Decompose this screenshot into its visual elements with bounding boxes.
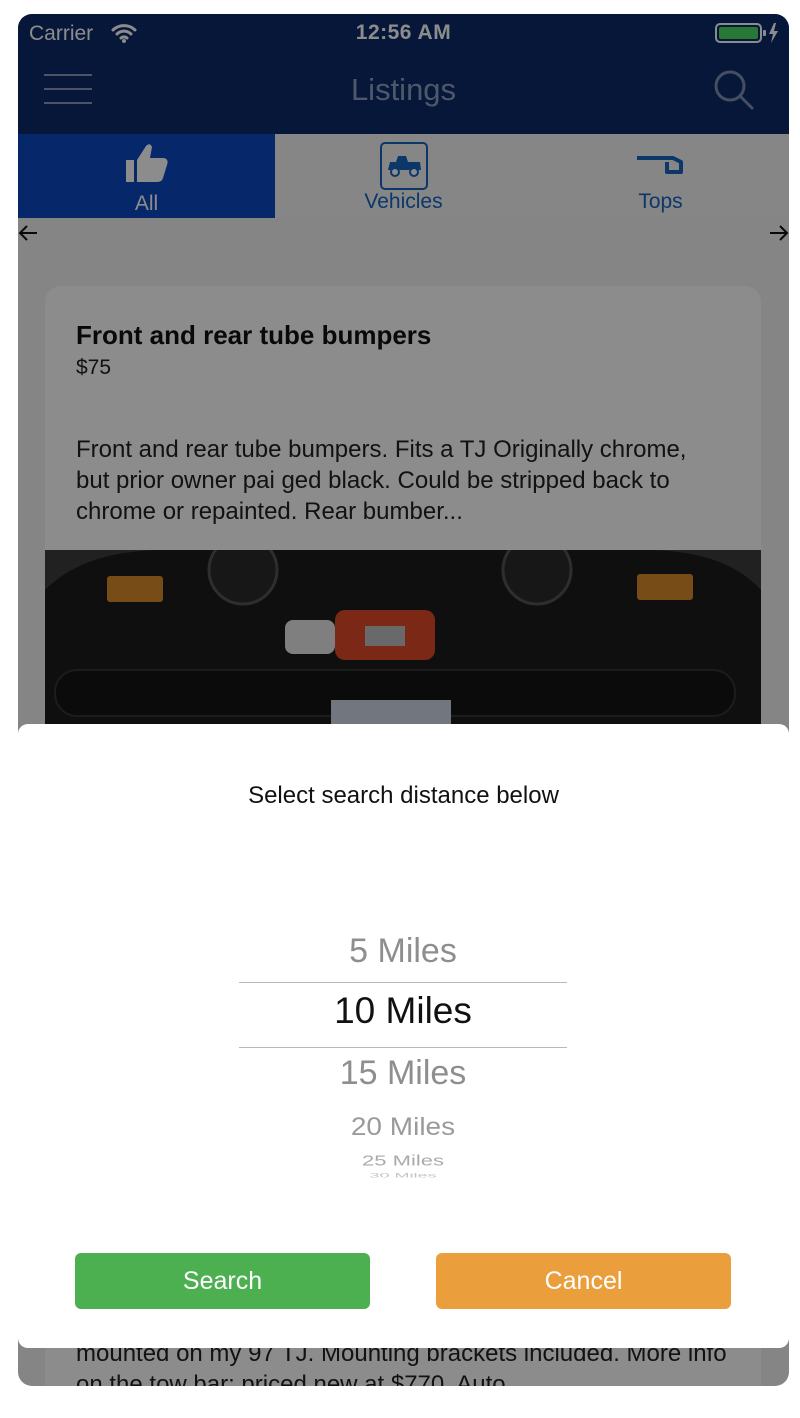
picker-divider [239,1047,567,1048]
picker-option-selected[interactable]: 10 Miles [239,990,567,1032]
picker-option[interactable]: 30 Miles [239,1172,567,1179]
picker-option[interactable]: 5 Miles [239,932,567,971]
distance-picker[interactable]: 5 Miles 10 Miles 15 Miles 20 Miles 25 Mi… [239,924,567,1184]
search-button[interactable]: Search [75,1253,370,1309]
picker-option[interactable]: 15 Miles [239,1054,567,1093]
dialog-title: Select search distance below [248,782,559,809]
distance-dialog: Select search distance below 5 Miles 10 … [18,724,789,1348]
picker-option[interactable]: 25 Miles [239,1153,567,1170]
picker-option[interactable]: 20 Miles [239,1113,567,1141]
cancel-button[interactable]: Cancel [436,1253,731,1309]
picker-divider [239,982,567,983]
